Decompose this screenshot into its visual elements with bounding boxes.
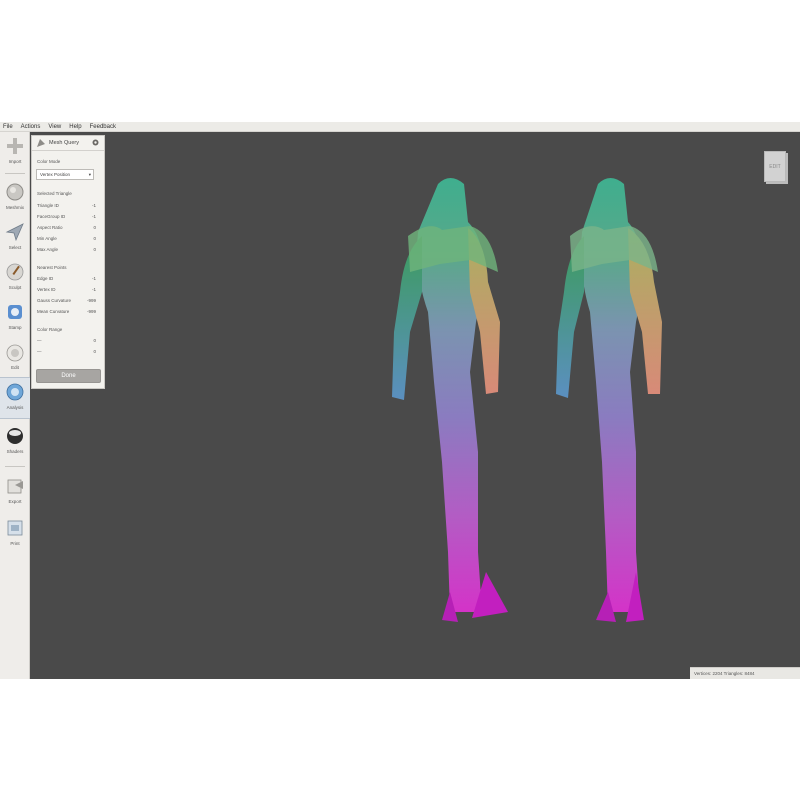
max-angle-label: Max Angle xyxy=(37,247,59,252)
panel-title: Mesh Query xyxy=(49,140,79,146)
3d-viewport[interactable]: EDIT Vertices: 2204 Triangles: 8484 xyxy=(30,132,800,679)
tool-meshmix[interactable]: Meshmix xyxy=(0,178,30,218)
panel-header: Mesh Query xyxy=(32,136,104,151)
tool-stamp[interactable]: Stamp xyxy=(0,298,30,338)
tool-label: Print xyxy=(10,541,20,546)
vertex-id-value: -1 xyxy=(91,287,96,292)
range-min-value[interactable]: 0 xyxy=(93,338,96,343)
color-range-label: Color Range xyxy=(37,327,63,332)
meshmixer-window: File Actions View Help Feedback Import M… xyxy=(0,122,800,679)
scene[interactable] xyxy=(30,132,800,679)
tool-label: Select xyxy=(8,245,22,250)
triangle-id-value: -1 xyxy=(91,203,96,208)
triangle-id-label: Triangle ID xyxy=(37,203,59,208)
gauss-curvature-value: -999 xyxy=(86,298,96,303)
edge-id-value: -1 xyxy=(91,276,96,281)
nearest-points-label: Nearest Points xyxy=(37,265,67,270)
select-arrow-icon xyxy=(5,223,24,242)
gear-icon[interactable] xyxy=(92,139,99,146)
done-button[interactable]: Done xyxy=(36,369,101,383)
character-model-2[interactable] xyxy=(556,178,662,622)
brush-icon xyxy=(6,263,24,281)
tool-analysis[interactable]: Analysis xyxy=(0,377,31,419)
tool-select[interactable]: Select xyxy=(0,218,30,258)
selected-triangle-label: Selected Triangle xyxy=(37,191,72,196)
tool-sculpt[interactable]: Sculpt xyxy=(0,258,30,298)
tool-export[interactable]: Export xyxy=(0,472,30,512)
tool-label: Import xyxy=(8,159,22,164)
toolbar-divider xyxy=(5,466,25,467)
tool-print[interactable]: Print xyxy=(0,514,30,554)
chevron-down-icon: ▾ xyxy=(88,172,91,177)
facegroup-id-value: -1 xyxy=(91,214,96,219)
edge-id-label: Edge ID xyxy=(37,276,54,281)
color-mode-select[interactable]: Vertex Position ▾ xyxy=(36,169,94,180)
mesh-query-panel: Mesh Query Color Mode Vertex Position ▾ … xyxy=(31,135,105,389)
plus-icon xyxy=(7,138,23,154)
view-cube[interactable]: EDIT xyxy=(764,151,786,182)
meshmix-icon xyxy=(6,183,24,201)
mesh-query-icon xyxy=(37,139,45,147)
export-icon xyxy=(7,479,23,494)
menu-view[interactable]: View xyxy=(48,122,61,132)
toolbar-divider xyxy=(5,173,25,174)
color-mode-value: Vertex Position xyxy=(40,172,71,177)
range-max-label: — xyxy=(37,349,42,354)
min-angle-label: Min Angle xyxy=(37,236,57,241)
min-angle-value: 0 xyxy=(93,236,96,241)
facegroup-id-label: FaceGroup ID xyxy=(37,214,66,219)
tool-import[interactable]: Import xyxy=(0,132,30,172)
range-min-label: — xyxy=(37,338,42,343)
menu-actions[interactable]: Actions xyxy=(21,122,41,132)
gauss-curvature-label: Gauss Curvature xyxy=(37,298,72,303)
tool-label: Stamp xyxy=(8,325,22,330)
menu-bar: File Actions View Help Feedback xyxy=(0,122,800,132)
tool-label: Analysis xyxy=(6,405,24,410)
print-icon xyxy=(7,520,23,536)
color-mode-label: Color Mode xyxy=(37,159,61,164)
vertex-id-label: Vertex ID xyxy=(37,287,56,292)
tool-edit[interactable]: Edit xyxy=(0,338,30,378)
status-bar: Vertices: 2204 Triangles: 8484 xyxy=(690,667,800,679)
max-angle-value: 0 xyxy=(93,247,96,252)
edit-icon xyxy=(6,344,24,362)
tool-label: Edit xyxy=(11,365,19,370)
left-toolbar: Import Meshmix Select Sculpt Stamp Edit … xyxy=(0,132,31,679)
tool-label: Meshmix xyxy=(5,205,24,210)
aspect-ratio-value: 0 xyxy=(93,225,96,230)
tool-label: Sculpt xyxy=(8,285,22,290)
tool-label: Export xyxy=(8,499,22,504)
tool-label: Shaders xyxy=(6,449,24,454)
tool-shaders[interactable]: Shaders xyxy=(0,422,30,462)
menu-feedback[interactable]: Feedback xyxy=(90,122,116,132)
menu-file[interactable]: File xyxy=(3,122,13,132)
mean-curvature-value: -999 xyxy=(86,309,96,314)
stamp-icon xyxy=(8,305,22,319)
shaders-icon xyxy=(7,428,23,444)
analysis-icon xyxy=(6,383,24,401)
range-max-value[interactable]: 0 xyxy=(93,349,96,354)
menu-help[interactable]: Help xyxy=(69,122,81,132)
character-model-1[interactable] xyxy=(392,178,508,622)
aspect-ratio-label: Aspect Ratio xyxy=(37,225,63,230)
mean-curvature-label: Mean Curvature xyxy=(37,309,70,314)
